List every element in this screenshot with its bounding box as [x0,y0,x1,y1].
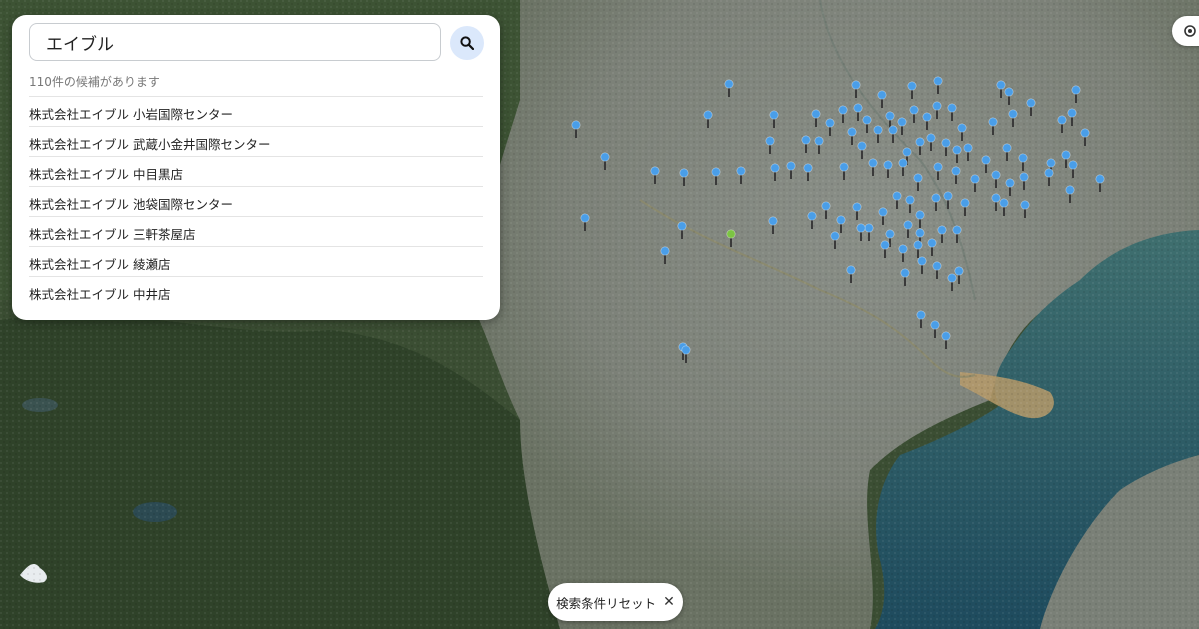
search-icon [460,36,474,50]
result-item[interactable]: 株式会社エイブル 池袋国際センター [29,187,483,217]
reset-label: 検索条件リセット [556,595,657,611]
search-button[interactable] [450,26,484,60]
result-item[interactable]: 株式会社エイブル 三軒茶屋店 [29,217,483,247]
reset-filters-button[interactable]: 検索条件リセット ✕ [548,583,683,621]
result-item[interactable]: 株式会社エイブル 綾瀬店 [29,247,483,277]
result-item[interactable]: 株式会社エイブル 小岩国際センター [29,97,483,127]
result-list: 株式会社エイブル 小岩国際センター 株式会社エイブル 武蔵小金井国際センター 株… [29,96,483,306]
result-count: 110件の候補があります [29,75,160,89]
locate-button[interactable] [1172,16,1199,46]
result-item[interactable]: 株式会社エイブル 武蔵小金井国際センター [29,127,483,157]
locate-icon [1184,25,1196,37]
result-item[interactable]: 株式会社エイブル 中目黒店 [29,157,483,187]
result-item[interactable]: 株式会社エイブル 中井店 [29,277,483,306]
close-icon: ✕ [663,594,675,610]
search-panel: 110件の候補があります 株式会社エイブル 小岩国際センター 株式会社エイブル … [12,15,500,320]
search-input[interactable] [29,23,441,61]
